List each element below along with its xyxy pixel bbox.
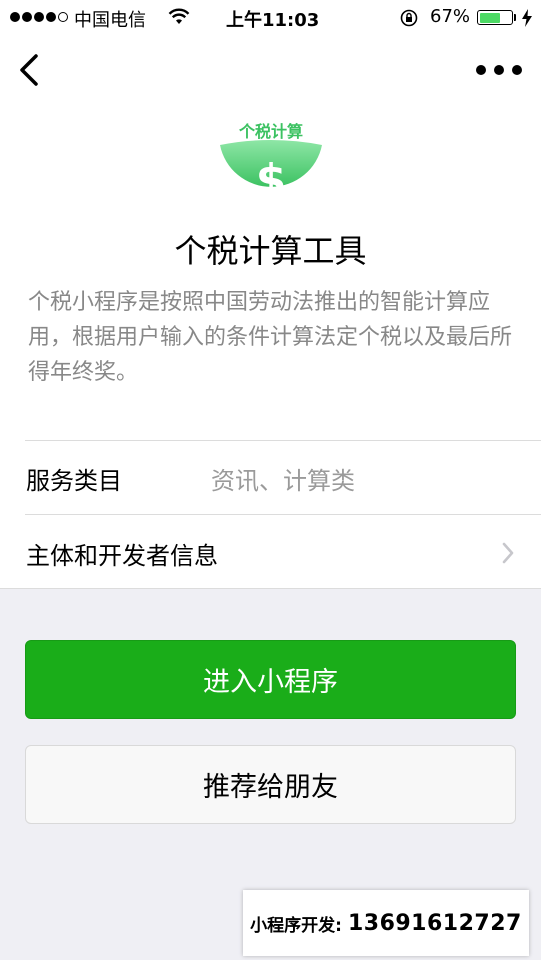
developer-info-label: 主体和开发者信息 [26, 542, 218, 570]
battery-level [479, 12, 501, 23]
back-button[interactable] [12, 50, 46, 90]
carrier-name: 中国电信 [74, 10, 146, 31]
dollar-sign: $ [256, 155, 287, 206]
divider [25, 440, 541, 441]
more-options-button[interactable] [476, 58, 522, 82]
service-category-value: 资讯、计算类 [211, 467, 355, 495]
battery-tip [514, 14, 516, 21]
chevron-right-icon [502, 542, 514, 564]
watermark-phone: 13691612727 [347, 910, 522, 936]
watermark-label: 小程序开发: [250, 915, 342, 936]
divider [0, 588, 541, 589]
battery-percent: 67% [430, 6, 471, 27]
service-category-label: 服务类目 [26, 467, 122, 495]
wifi-icon [168, 8, 190, 24]
status-bar: 中国电信 上午11:03 67% [0, 0, 541, 36]
status-time: 上午11:03 [226, 10, 320, 31]
developer-contact-watermark: 小程序开发: 13691612727 [243, 890, 529, 956]
signal-strength-icon [10, 12, 68, 22]
app-description: 个税小程序是按照中国劳动法推出的智能计算应用，根据用户输入的条件计算法定个税以及… [28, 290, 513, 385]
charging-bolt-icon [522, 9, 532, 27]
recommend-to-friend-button[interactable]: 推荐给朋友 [25, 745, 516, 824]
rotation-lock-icon [400, 9, 418, 27]
battery-icon [477, 10, 513, 25]
enter-miniprogram-button[interactable]: 进入小程序 [25, 640, 516, 719]
more-dots-icon [476, 65, 486, 75]
app-title: 个税计算工具 [174, 232, 367, 270]
logo-label: 个税计算 [238, 122, 303, 141]
